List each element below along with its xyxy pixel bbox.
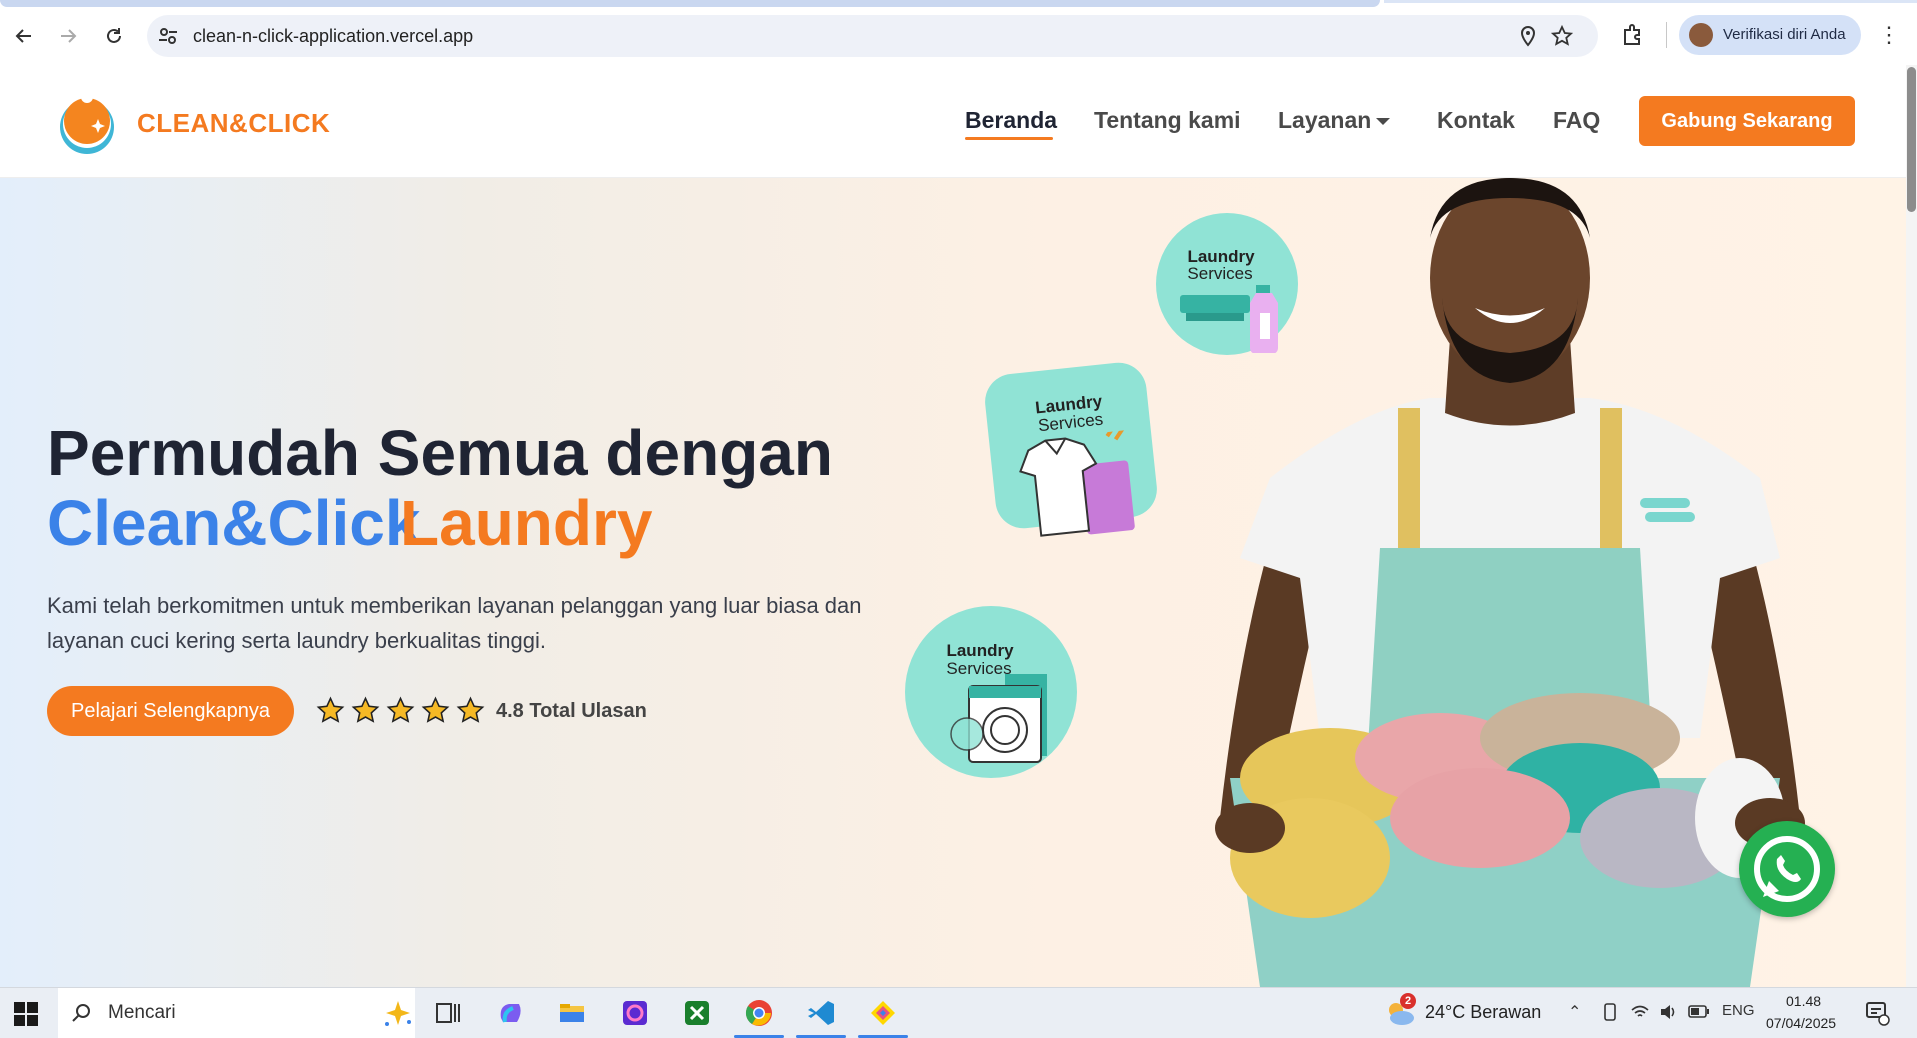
laundry-worker-image <box>1215 178 1805 987</box>
profile-button[interactable]: Verifikasi diri Anda <box>1679 15 1861 55</box>
avatar <box>1689 23 1713 47</box>
profile-label: Verifikasi diri Anda <box>1723 26 1846 43</box>
menu-icon[interactable]: ⋮ <box>1878 22 1900 48</box>
rating-stars <box>316 696 485 726</box>
tab-strip[interactable] <box>0 0 1380 7</box>
hero-title-accent: Laundry <box>400 487 653 559</box>
notification-icon[interactable] <box>1864 1000 1890 1026</box>
site-settings-icon[interactable] <box>157 25 179 47</box>
scrollbar-thumb[interactable] <box>1907 67 1916 212</box>
volume-icon[interactable] <box>1658 1002 1678 1022</box>
phone-link-icon[interactable] <box>1600 1002 1620 1022</box>
clock-time[interactable]: 01.48 <box>1786 993 1821 1009</box>
file-explorer-icon[interactable] <box>557 998 587 1028</box>
site-header: CLEAN&CLICK Beranda Tentang kami Layanan… <box>0 65 1906 178</box>
nav-about[interactable]: Tentang kami <box>1094 107 1241 134</box>
chevron-down-icon[interactable] <box>1376 118 1390 125</box>
nav-active-underline <box>965 137 1053 140</box>
whatsapp-icon[interactable] <box>1739 821 1835 917</box>
taskbar: Mencari 2 24°C Berawan ⌃ ENG 01.48 07/04… <box>0 987 1917 1038</box>
wifi-icon[interactable] <box>1630 1002 1650 1022</box>
search-icon <box>72 1004 90 1022</box>
rating-text: 4.8 Total Ulasan <box>496 700 647 722</box>
back-icon[interactable] <box>8 20 40 52</box>
xbox-icon[interactable] <box>682 998 712 1028</box>
toolbar-divider <box>1666 22 1667 48</box>
star-icon <box>456 696 485 723</box>
hero-title: Permudah Semua dengan <box>47 417 833 489</box>
address-bar[interactable]: clean-n-click-application.vercel.app <box>147 15 1598 57</box>
nav-home[interactable]: Beranda <box>965 107 1057 134</box>
hero-section: Permudah Semua dengan Clean&Click Laundr… <box>0 178 1906 987</box>
star-icon <box>386 696 415 723</box>
bookmark-star-icon[interactable] <box>1550 24 1574 47</box>
laundry-badge-washer: Laundry Services <box>905 606 1077 778</box>
nav-services[interactable]: Layanan <box>1278 107 1371 134</box>
tab-strip-right <box>1384 0 1917 3</box>
hero-title-brand: Clean&Click <box>47 487 421 559</box>
reload-icon[interactable] <box>98 20 130 52</box>
taskbar-search[interactable]: Mencari <box>58 988 415 1038</box>
browser-toolbar: clean-n-click-application.vercel.app Ver… <box>0 0 1917 66</box>
clock-date[interactable]: 07/04/2025 <box>1766 1015 1836 1031</box>
url-text[interactable]: clean-n-click-application.vercel.app <box>193 26 473 47</box>
copilot-icon[interactable] <box>495 998 525 1028</box>
battery-icon[interactable] <box>1688 1004 1710 1020</box>
task-view-icon[interactable] <box>433 998 463 1028</box>
tray-chevron-up-icon[interactable]: ⌃ <box>1568 1002 1581 1022</box>
badge-title: Laundry <box>946 641 1014 660</box>
forward-icon[interactable] <box>52 20 84 52</box>
language-indicator[interactable]: ENG <box>1722 1002 1755 1019</box>
app-diamond-icon[interactable] <box>868 998 898 1028</box>
washing-machine-icon <box>950 674 1047 763</box>
extensions-icon[interactable] <box>1620 22 1646 48</box>
location-icon[interactable] <box>1517 25 1539 47</box>
windows-start-icon[interactable] <box>14 1002 38 1026</box>
star-icon <box>421 696 450 723</box>
learn-more-button[interactable]: Pelajari Selengkapnya <box>47 686 294 736</box>
nav-faq[interactable]: FAQ <box>1553 107 1600 134</box>
star-icon <box>351 696 380 723</box>
nav-contact[interactable]: Kontak <box>1437 107 1515 134</box>
search-placeholder: Mencari <box>108 1002 176 1023</box>
weather-badge: 2 <box>1400 993 1416 1009</box>
vscode-icon[interactable] <box>806 998 836 1028</box>
weather-text[interactable]: 24°C Berawan <box>1425 1002 1541 1023</box>
laundry-badge-shirt: Laundry Services <box>982 359 1160 537</box>
chrome-icon[interactable] <box>744 998 774 1028</box>
join-now-button[interactable]: Gabung Sekarang <box>1639 96 1855 146</box>
app-purple-icon[interactable] <box>620 998 650 1028</box>
copilot-sparkle-icon[interactable] <box>383 998 413 1028</box>
hero-description: Kami telah berkomitmen untuk memberikan … <box>47 593 862 653</box>
brand-name[interactable]: CLEAN&CLICK <box>137 108 330 139</box>
logo-icon[interactable] <box>56 91 118 155</box>
star-icon <box>316 696 345 723</box>
shirt-icon <box>1019 429 1135 537</box>
